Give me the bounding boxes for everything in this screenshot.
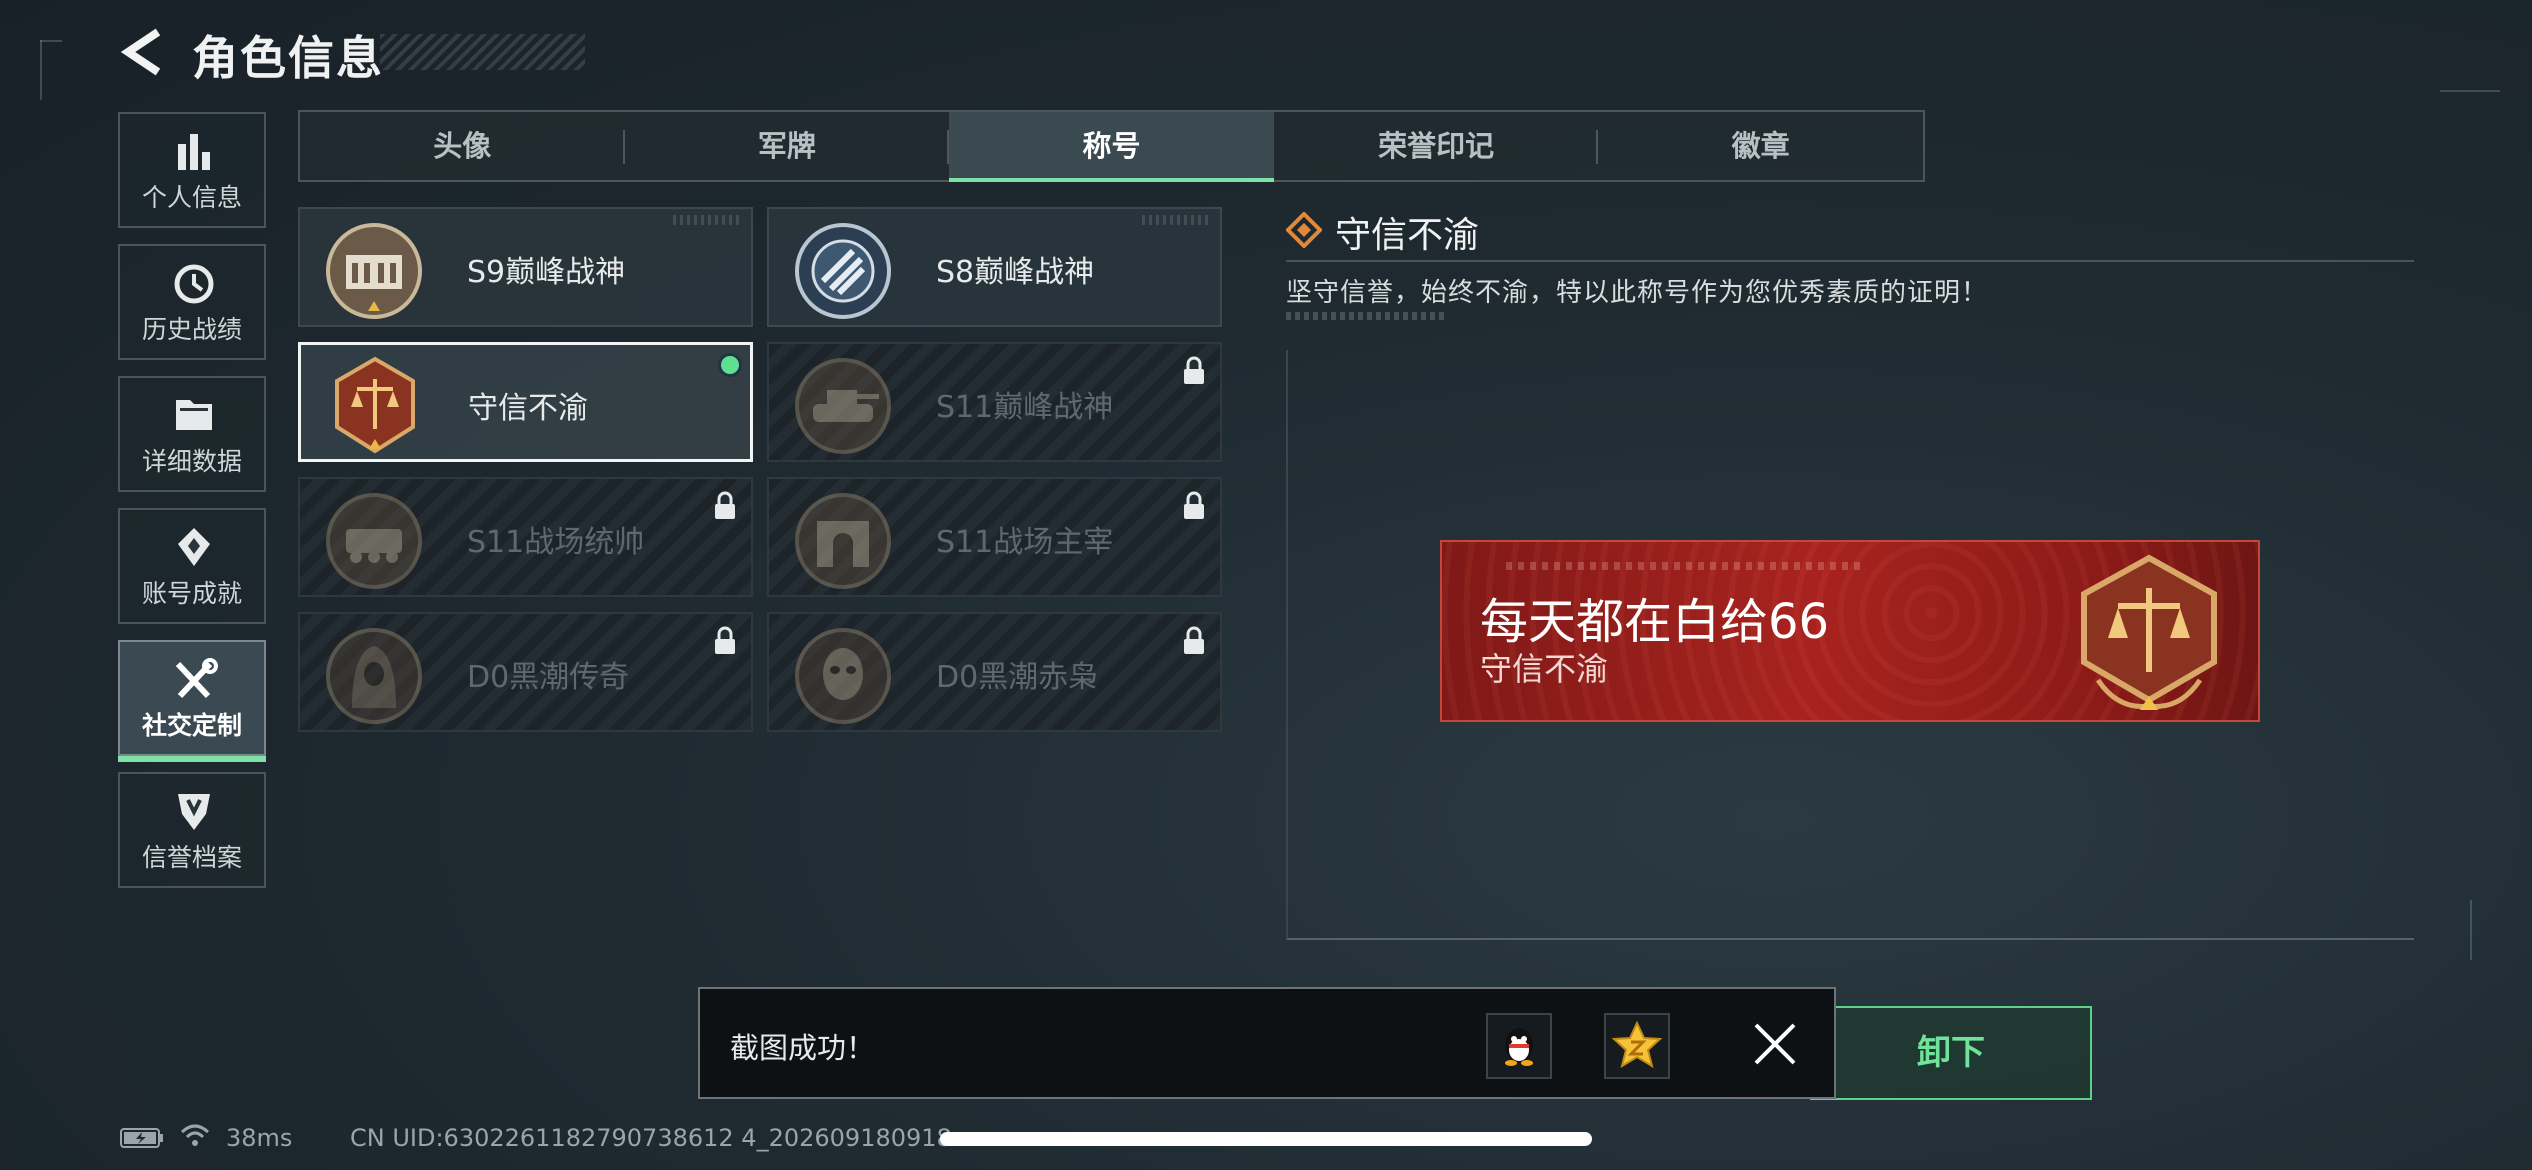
title-card[interactable]: S8巅峰战神	[767, 207, 1222, 327]
title-name: S8巅峰战神	[936, 255, 1095, 290]
nav-item-credit-record[interactable]: 信誉档案	[118, 772, 266, 888]
tab-honor-mark[interactable]: 荣誉印记	[1274, 112, 1599, 180]
nav-item-social-custom[interactable]: 社交定制	[118, 640, 266, 762]
title-card-locked[interactable]: S11战场统帅	[298, 477, 753, 597]
title-card[interactable]: S9巅峰战神	[298, 207, 753, 327]
toast-message: 截图成功！	[730, 1031, 876, 1065]
lock-icon	[1184, 356, 1204, 384]
tab-label: 徽章	[1731, 129, 1790, 163]
banner-title: 守信不渝	[1480, 650, 1609, 688]
category-tabs: 头像 军牌 称号 荣誉印记 徽章	[298, 110, 1925, 182]
title-name: S11战场统帅	[467, 525, 645, 560]
battery-icon	[120, 1128, 163, 1148]
detail-description: 坚守信誉，始终不渝，特以此称号作为您优秀素质的证明！	[1286, 278, 1989, 308]
banner-player-name: 每天都在白给66	[1480, 594, 1830, 650]
close-icon[interactable]	[1752, 1021, 1798, 1067]
nav-label: 历史战绩	[141, 315, 242, 344]
title-card-locked[interactable]: D0黑潮传奇	[298, 612, 753, 732]
nav-label: 账号成就	[141, 579, 242, 608]
title-card-locked[interactable]: D0黑潮赤枭	[767, 612, 1222, 732]
title-name: S9巅峰战神	[467, 255, 626, 290]
home-indicator[interactable]	[940, 1132, 1592, 1146]
achievement-icon	[178, 528, 210, 566]
title-card-locked[interactable]: S11巅峰战神	[767, 342, 1222, 462]
lock-icon	[715, 491, 735, 519]
nav-item-personal-info[interactable]: 个人信息	[118, 112, 266, 228]
tab-dogtag[interactable]: 军牌	[625, 112, 950, 180]
qq-icon	[1505, 1028, 1533, 1066]
skull-mask-medal-icon	[795, 628, 891, 724]
title-name: D0黑潮传奇	[467, 660, 630, 695]
title-card-selected[interactable]: 守信不渝	[298, 342, 753, 462]
equipped-indicator-dot	[718, 353, 742, 377]
nav-item-history[interactable]: 历史战绩	[118, 244, 266, 360]
title-name: 守信不渝	[468, 391, 588, 426]
bar-chart-icon	[178, 134, 210, 170]
title-name: S11巅峰战神	[936, 390, 1114, 425]
title-banner-preview: 每天都在白给66 守信不渝	[1440, 540, 2260, 722]
nav-item-achievements[interactable]: 账号成就	[118, 508, 266, 624]
detail-title: 守信不渝	[1335, 215, 1480, 256]
fortress-medal-icon	[326, 223, 422, 319]
nav-item-detailed-data[interactable]: 详细数据	[118, 376, 266, 492]
detail-decoration	[1286, 312, 1446, 320]
page-title: 角色信息	[192, 31, 384, 85]
arch-medal-icon	[795, 493, 891, 589]
unequip-button[interactable]: 卸下	[1810, 1006, 2092, 1100]
striped-medal-icon	[795, 223, 891, 319]
title-name: D0黑潮赤枭	[936, 660, 1099, 695]
divider	[1286, 260, 2414, 262]
tab-title[interactable]: 称号	[949, 112, 1274, 182]
scales-medal-icon	[335, 356, 415, 454]
tab-label: 荣誉印记	[1378, 129, 1495, 163]
tab-label: 称号	[1082, 129, 1141, 163]
nav-label: 个人信息	[141, 183, 242, 212]
card-decoration	[1142, 215, 1212, 225]
wifi-icon	[180, 1124, 210, 1146]
card-decoration	[673, 215, 743, 225]
hooded-figure-medal-icon	[326, 628, 422, 724]
title-card-locked[interactable]: S11战场主宰	[767, 477, 1222, 597]
tank-medal-icon	[795, 358, 891, 454]
tab-badge[interactable]: 徽章	[1598, 112, 1923, 180]
clock-icon	[174, 264, 214, 304]
vehicle-medal-icon	[326, 493, 422, 589]
diamond-title-icon	[1286, 212, 1322, 248]
lock-icon	[715, 626, 735, 654]
nav-label: 详细数据	[141, 447, 242, 476]
tab-label: 军牌	[757, 129, 816, 163]
lock-icon	[1184, 626, 1204, 654]
tab-label: 头像	[433, 129, 492, 163]
scales-medal-icon	[2081, 554, 2217, 710]
tools-icon	[175, 658, 218, 699]
folder-icon	[176, 400, 212, 430]
tab-avatar[interactable]: 头像	[300, 112, 625, 180]
lock-icon	[1184, 491, 1204, 519]
banner-decoration	[1506, 562, 1866, 570]
title-decoration	[380, 34, 585, 70]
user-uid: CN UID:6302261182790738612 4_20260918091…	[350, 1124, 952, 1152]
share-qzone-button[interactable]	[1604, 1013, 1670, 1079]
title-name: S11战场主宰	[936, 525, 1114, 560]
back-arrow-icon[interactable]	[118, 26, 166, 78]
qzone-icon	[1611, 1020, 1663, 1069]
nav-label: 信誉档案	[141, 843, 242, 872]
share-qq-button[interactable]	[1486, 1013, 1552, 1079]
nav-label: 社交定制	[141, 711, 242, 740]
screenshot-toast: 截图成功！	[698, 987, 1836, 1099]
shield-icon	[178, 794, 210, 830]
ping-value: 38ms	[226, 1124, 293, 1152]
active-indicator	[118, 756, 266, 762]
